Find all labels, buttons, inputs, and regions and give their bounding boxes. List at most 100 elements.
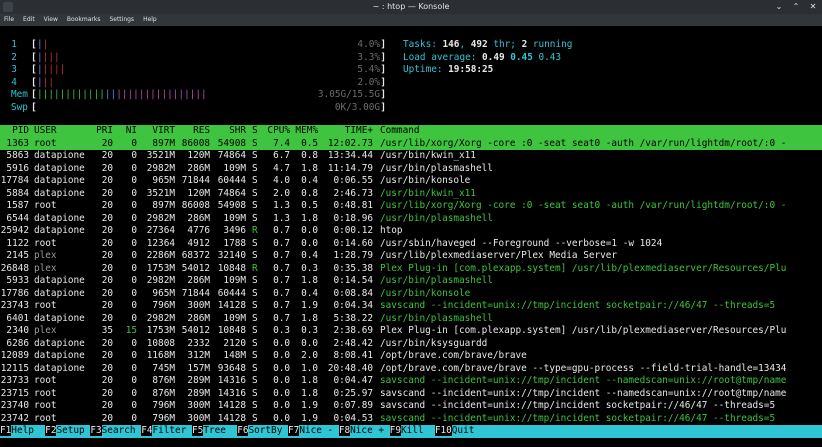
process-row[interactable]: 6401 datapione 20 0 2982M 286M 109M S 0.7 1.8 5:38…	[0, 313, 822, 326]
cell-res: 86008	[181, 200, 210, 211]
fkey-label-sortby[interactable]: SortBy	[248, 425, 282, 436]
cell-virt: 876M	[152, 375, 175, 386]
cell-time: 2:46.73	[333, 187, 373, 199]
column-header[interactable]: PID USER PRI NI VIRT RES SHR S CPU% MEM% TIME+ Comm…	[0, 125, 822, 138]
cell-time: 0:04.34	[333, 300, 373, 311]
process-row[interactable]: 1363 root 20 0 897M 86008 54908 S 7.4 0.5 12:02.73…	[0, 137, 822, 150]
process-row[interactable]: 12115 datapione 20 0 745M 157M 93648 S 0.0 1.0 20:…	[0, 363, 822, 376]
process-row[interactable]: 17784 datapione 20 0 965M 71844 60444 S 4.0 0.4 0:…	[0, 175, 822, 188]
column-res[interactable]: RES	[193, 125, 210, 138]
cell-user: datapione	[34, 362, 85, 374]
column-ni[interactable]: NI	[126, 125, 137, 138]
cell-cmd: /usr/bin/ksysguardd	[380, 337, 488, 349]
menu-bookmarks[interactable]: Bookmarks	[67, 14, 101, 26]
cell-ni: 0	[131, 150, 137, 161]
cell-mem: 1.8	[301, 387, 318, 399]
terminal-area[interactable]: 1[|| 4.0%] 2[|||| 3.3%] 3[||||| 5.4%] 4[|||…	[0, 26, 822, 447]
cell-ni: 0	[131, 312, 137, 324]
cell-res: 71844	[181, 287, 210, 299]
fkey-f2[interactable]: F2	[45, 425, 57, 436]
fkey-label-help[interactable]: Help	[11, 425, 34, 436]
meter-value: 3.3%	[357, 51, 380, 63]
cell-cmd: savscand --incident=unix://tmp/incident …	[380, 400, 776, 411]
cell-cpu: 1.3	[273, 200, 290, 211]
fkey-f5[interactable]: F5	[192, 425, 204, 436]
fkey-label-setup[interactable]: Setup	[56, 425, 84, 436]
fkey-f4[interactable]: F4	[141, 425, 153, 436]
maximize-icon[interactable]: ⌃	[791, 0, 801, 14]
cell-pid: 23743	[0, 300, 29, 311]
fkey-f1[interactable]: F1	[0, 425, 12, 436]
tasks-summary: Tasks: 146, 492 thr; 2 running	[403, 39, 573, 50]
process-row[interactable]: 25942 datapione 20 0 27364 4776 3496 R 0.7 0.0 0:0…	[0, 225, 822, 238]
process-row[interactable]: 23715 root 20 0 876M 289M 14316 S 0.0 1.8 0:25.97 s…	[0, 388, 822, 401]
column-time[interactable]: TIME+	[345, 125, 373, 138]
cell-res: 54012	[181, 325, 210, 336]
fkey-f8[interactable]: F8	[338, 425, 351, 436]
column-user[interactable]: USER	[34, 125, 57, 138]
fkey-label-filter[interactable]: Filter	[152, 425, 186, 436]
process-row[interactable]: 6544 datapione 20 0 2982M 286M 109M S 1.3 1.8 0:18…	[0, 213, 822, 226]
fkey-f9[interactable]: F9	[389, 425, 401, 436]
column-virt[interactable]: VIRT	[152, 125, 175, 138]
menu-view[interactable]: View	[44, 14, 58, 26]
fkey-label-tree[interactable]: Tree	[203, 425, 226, 436]
column-pri[interactable]: PRI	[96, 125, 113, 138]
cell-shr: 14316	[217, 375, 246, 386]
cell-user: datapione	[34, 350, 85, 361]
cell-pri: 20	[101, 350, 113, 361]
column-mem[interactable]: MEM%	[295, 125, 318, 138]
menu-help[interactable]: Help	[143, 14, 157, 26]
column-pid[interactable]: PID	[12, 125, 29, 138]
cell-ni: 0	[131, 250, 137, 261]
cell-s: S	[252, 387, 258, 399]
process-row[interactable]: 12089 datapione 20 0 1168M 312M 148M S 0.0 2.0 8:0…	[0, 350, 822, 363]
cell-mem: 1.8	[301, 212, 318, 224]
fkey-f10[interactable]: F10	[434, 425, 452, 436]
menu-file[interactable]: File	[4, 14, 14, 26]
cell-pri: 20	[101, 412, 113, 424]
process-row[interactable]: 1122 root 20 0 12364 4912 1788 S 0.7 0.0 0:14.60/u…	[0, 238, 822, 251]
cell-pid: 17786	[0, 287, 29, 299]
process-row[interactable]: 26848 plex 20 0 1753M 54012 10848 R 0.7 0.3 0:35.3…	[0, 263, 822, 276]
fkey-label-kill[interactable]: Kill	[401, 425, 424, 436]
process-row[interactable]: 5884 datapione 20 0 3521M 120M 74864 S 2.0 0.8 2:4…	[0, 188, 822, 201]
fkey-label-quit[interactable]: Quit	[452, 425, 475, 436]
cell-user: datapione	[34, 225, 85, 236]
process-row[interactable]: 5933 datapione 20 0 2982M 286M 109M S 0.7 1.8 0:14…	[0, 275, 822, 288]
column-shr[interactable]: SHR	[229, 125, 246, 138]
process-row[interactable]: 23743 root 20 0 796M 300M 14128 S 0.7 1.9 0:04.34 s…	[0, 300, 822, 313]
menu-settings[interactable]: Settings	[109, 14, 134, 26]
cell-pri: 35	[101, 325, 113, 336]
meter-bracket-open: [	[31, 76, 37, 88]
cell-virt: 897M	[152, 137, 175, 149]
process-row[interactable]: 23733 root 20 0 876M 289M 14316 S 0.0 1.8 0:04.47 s…	[0, 375, 822, 388]
fkey-f6[interactable]: F6	[237, 425, 249, 436]
process-row[interactable]: 23740 root 20 0 796M 300M 14128 S 0.0 1.9 0:07.89 s…	[0, 400, 822, 413]
cell-res: 300M	[187, 300, 210, 311]
cell-time: 1:28.79	[333, 250, 373, 261]
close-icon[interactable]: ✕	[808, 0, 818, 14]
process-row[interactable]: 6286 datapione 20 0 10808 2332 2120 S 0.0 0.0 2:48…	[0, 338, 822, 351]
process-row[interactable]: 5863 datapione 20 0 3521M 120M 74864 S 6.7 0.8 13:…	[0, 150, 822, 163]
minimize-icon[interactable]: ⌄	[774, 0, 784, 14]
column-cpu[interactable]: CPU%	[267, 125, 290, 138]
fkey-label-nice[interactable]: Nice -	[299, 425, 333, 436]
fkey-f3[interactable]: F3	[90, 425, 102, 436]
column-s[interactable]: S	[252, 125, 258, 138]
cell-user: datapione	[34, 150, 85, 161]
cell-cpu: 0.0	[273, 375, 290, 386]
cell-res: 54012	[181, 262, 210, 274]
process-row[interactable]: 17786 datapione 20 0 965M 71844 60444 S 0.7 0.4 0:…	[0, 288, 822, 301]
cell-cmd: savscand --incident=unix://tmp/incident …	[380, 300, 776, 311]
process-row[interactable]: 5916 datapione 20 0 2982M 286M 109M S 4.7 1.8 11:1…	[0, 163, 822, 176]
process-row[interactable]: 1587 root 20 0 897M 86008 54908 S 1.3 0.5 0:48.81 /…	[0, 200, 822, 213]
process-row[interactable]: 2145 plex 20 0 2286M 68372 32140 S 0.7 0.4 1:28.79…	[0, 250, 822, 263]
menu-edit[interactable]: Edit	[23, 14, 35, 26]
fkey-f7[interactable]: F7	[288, 425, 300, 436]
fkey-label-nice[interactable]: Nice +	[350, 425, 384, 436]
process-row[interactable]: 2340 plex 35 15 1753M 54012 10848 S 0.3 0.3 2:38.6…	[0, 325, 822, 338]
fkey-label-search[interactable]: Search	[102, 425, 136, 436]
process-row[interactable]: 23742 root 20 0 796M 300M 14128 S 0.0 1.9 0:04.53 s…	[0, 413, 822, 426]
column-cmd[interactable]: Command	[380, 125, 420, 138]
